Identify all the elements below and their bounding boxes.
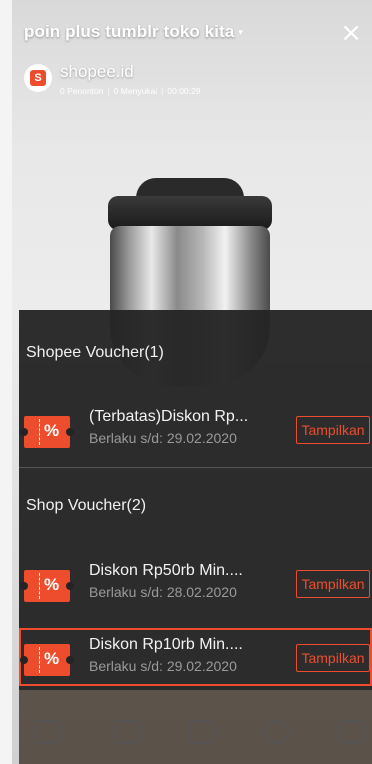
like-icon[interactable] xyxy=(263,720,289,744)
show-voucher-button[interactable]: Tampilkan xyxy=(296,416,370,444)
chat-icon[interactable] xyxy=(113,720,139,744)
separator: | xyxy=(107,86,110,96)
voucher-percent-icon: % xyxy=(20,644,74,676)
share-icon[interactable] xyxy=(189,720,215,744)
product-icon[interactable] xyxy=(33,720,59,744)
camera-icon[interactable] xyxy=(339,720,365,744)
stream-duration: 00:00:29 xyxy=(167,86,201,96)
chevron-down-icon[interactable]: ▾ xyxy=(238,27,243,37)
voucher-validity: Berlaku s/d: 28.02.2020 xyxy=(89,584,237,600)
shop-name[interactable]: shopee.id xyxy=(60,62,134,82)
voucher-item[interactable]: % Diskon Rp10rb Min.... Berlaku s/d: 29.… xyxy=(19,636,372,690)
close-icon[interactable]: × xyxy=(340,20,362,46)
stream-header: poin plus tumblr toko kita ▾ × xyxy=(24,20,362,46)
voucher-item[interactable]: % (Terbatas)Diskon Rp... Berlaku s/d: 29… xyxy=(19,408,372,462)
shopee-bag-icon: S xyxy=(30,70,46,86)
voucher-percent-icon: % xyxy=(20,416,74,448)
avatar[interactable]: S xyxy=(24,64,52,92)
voucher-validity: Berlaku s/d: 29.02.2020 xyxy=(89,430,237,446)
stream-title[interactable]: poin plus tumblr toko kita xyxy=(24,22,234,42)
show-voucher-button[interactable]: Tampilkan xyxy=(296,644,370,672)
voucher-title: Diskon Rp50rb Min.... xyxy=(89,562,243,579)
shop-voucher-heading: Shop Voucher(2) xyxy=(26,497,147,514)
voucher-panel: Shopee Voucher(1) % (Terbatas)Diskon Rp.… xyxy=(19,310,372,690)
bottom-toolbar xyxy=(19,690,372,764)
stream-stats: 0 Penonton | 0 Menyukai | 00:00:29 xyxy=(60,86,200,96)
separator: | xyxy=(161,86,164,96)
divider xyxy=(19,467,372,468)
show-voucher-button[interactable]: Tampilkan xyxy=(296,570,370,598)
voucher-percent-icon: % xyxy=(20,570,74,602)
voucher-title: (Terbatas)Diskon Rp... xyxy=(89,408,249,425)
viewer-count: 0 Penonton xyxy=(60,86,104,96)
shopee-voucher-heading: Shopee Voucher(1) xyxy=(26,344,164,361)
voucher-item[interactable]: % Diskon Rp50rb Min.... Berlaku s/d: 28.… xyxy=(19,562,372,616)
voucher-title: Diskon Rp10rb Min.... xyxy=(89,636,243,653)
voucher-validity: Berlaku s/d: 29.02.2020 xyxy=(89,658,237,674)
like-count: 0 Menyukai xyxy=(113,86,158,96)
